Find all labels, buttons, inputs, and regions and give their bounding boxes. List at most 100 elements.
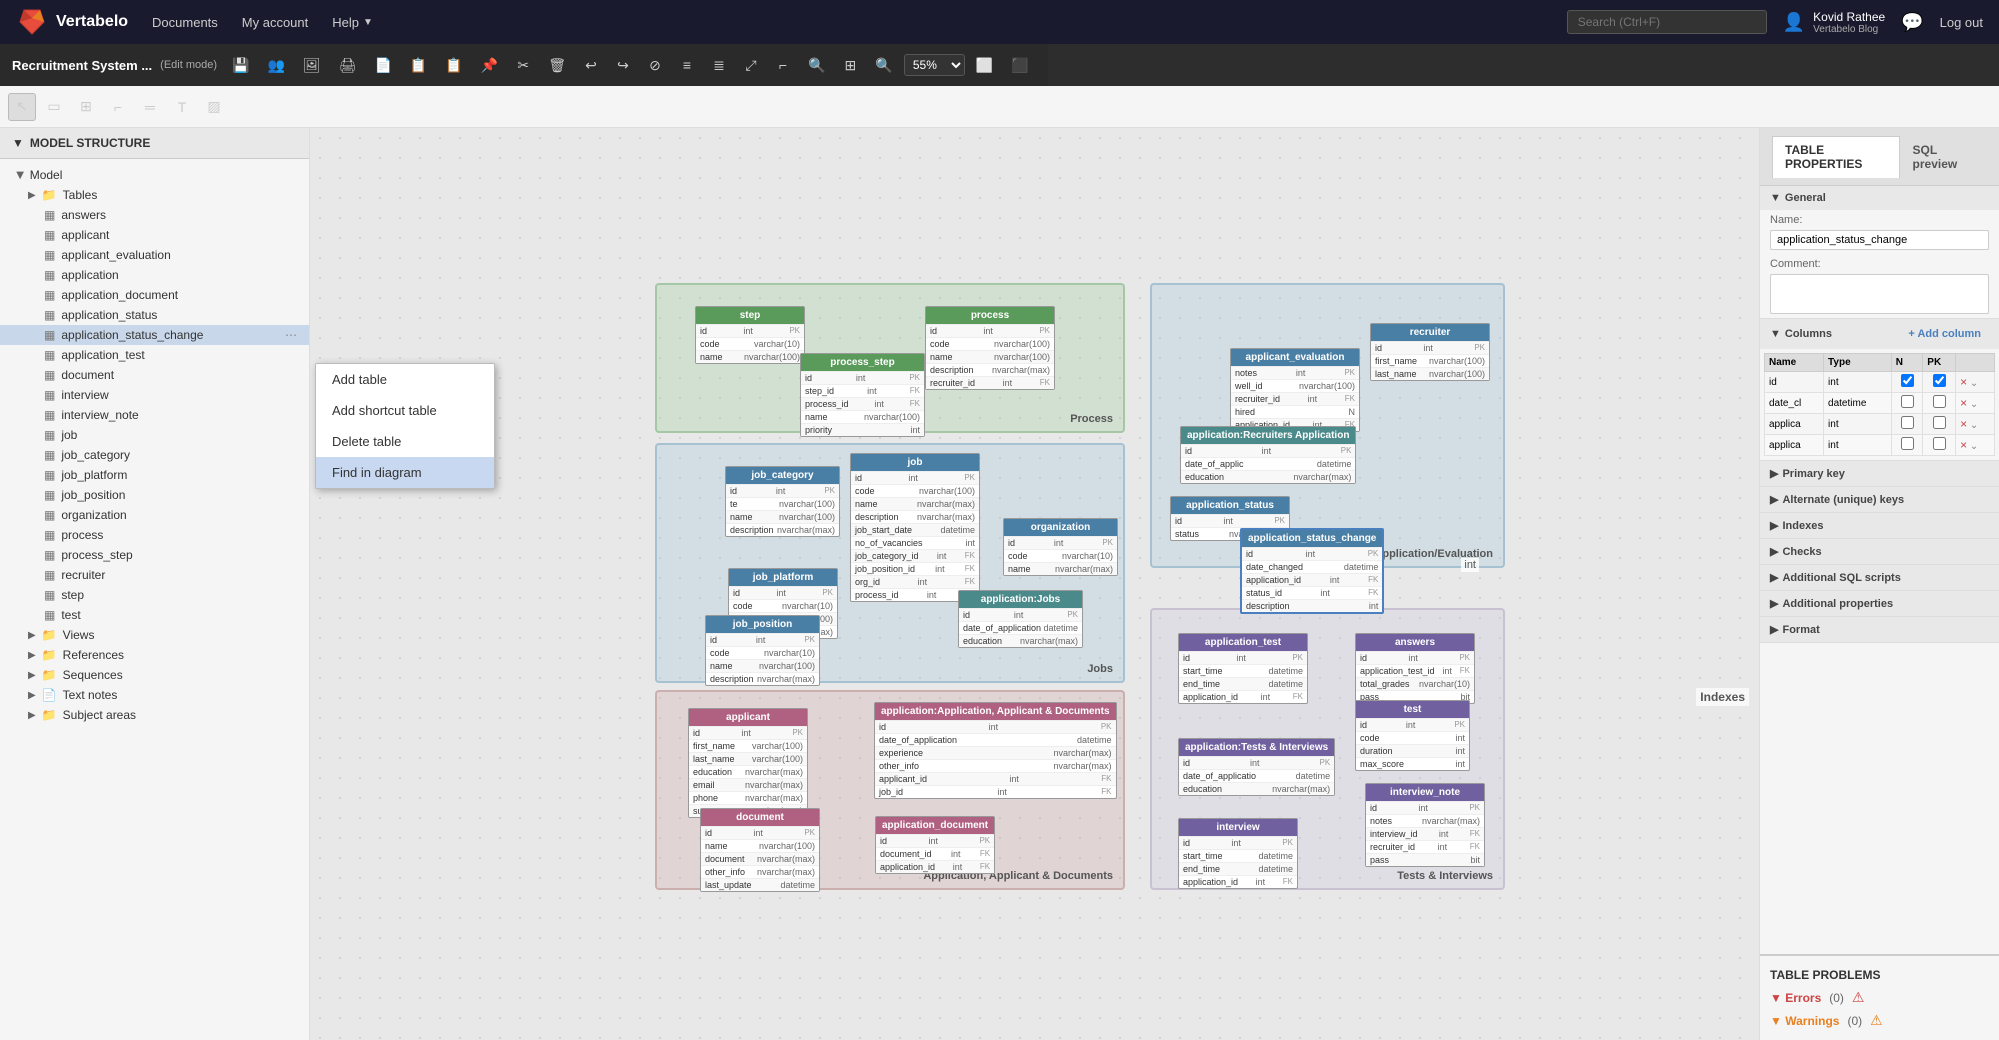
tool-line[interactable]: ═ <box>136 93 164 121</box>
toolbar-delete-button[interactable]: 🗑 <box>541 51 573 79</box>
db-table-process-step[interactable]: process_step idintPK step_idintFK proces… <box>800 353 925 437</box>
col-actions-applica1[interactable]: × ⌄ <box>1956 414 1995 435</box>
db-table-applicant-eval[interactable]: applicant_evaluation notesintPK well_idn… <box>1230 348 1360 432</box>
toolbar-grid-button[interactable]: ⊞ <box>836 51 864 79</box>
toolbar-doc-button[interactable]: 📄 <box>367 51 398 79</box>
tree-table-answers[interactable]: ▦ answers <box>0 205 309 225</box>
section-pk-header[interactable]: ▶ Primary key <box>1760 461 1999 486</box>
tab-sql-preview[interactable]: SQL preview <box>1900 136 1987 177</box>
tree-table-application-document[interactable]: ▦ application_document <box>0 285 309 305</box>
db-table-recruiters-app[interactable]: application:Recruiters Application idint… <box>1180 426 1356 484</box>
tree-subject-areas[interactable]: ▶ 📁 Subject areas <box>0 705 309 725</box>
db-table-answers[interactable]: answers idintPK application_test_idintFK… <box>1355 633 1475 704</box>
db-table-interview[interactable]: interview idintPK start_timedatetime end… <box>1178 818 1298 889</box>
toolbar-cut-button[interactable]: ✂ <box>509 51 537 79</box>
section-ak-header[interactable]: ▶ Alternate (unique) keys <box>1760 487 1999 512</box>
toolbar-align-left-button[interactable]: ≡ <box>673 51 701 79</box>
tree-table-document[interactable]: ▦ document <box>0 365 309 385</box>
toolbar-undo-button[interactable]: ↩ <box>577 51 605 79</box>
col-delete-applica2[interactable]: × <box>1960 438 1967 452</box>
tree-table-applicant-evaluation[interactable]: ▦ applicant_evaluation <box>0 245 309 265</box>
toolbar-zoom-in-button[interactable]: 🔍 <box>868 51 899 79</box>
nav-help[interactable]: Help ▼ <box>332 15 373 30</box>
toolbar-restrict-button[interactable]: ⊘ <box>641 51 669 79</box>
tree-table-process-step[interactable]: ▦ process_step <box>0 545 309 565</box>
db-table-app-tests-interviews[interactable]: application:Tests & Interviews idintPK d… <box>1178 738 1335 796</box>
db-table-applicant[interactable]: applicant idintPK first_namevarchar(100)… <box>688 708 808 818</box>
tree-table-interview-note[interactable]: ▦ interview_note <box>0 405 309 425</box>
tree-table-job[interactable]: ▦ job <box>0 425 309 445</box>
tree-table-applicant[interactable]: ▦ applicant <box>0 225 309 245</box>
toolbar-redo-button[interactable]: ↪ <box>609 51 637 79</box>
tool-table[interactable]: ⊞ <box>72 93 100 121</box>
db-table-job-position[interactable]: job_position idintPK codenvarchar(10) na… <box>705 615 820 686</box>
tree-table-application-test[interactable]: ▦ application_test <box>0 345 309 365</box>
tree-table-job-category[interactable]: ▦ job_category <box>0 445 309 465</box>
db-table-app-test[interactable]: application_test idintPK start_timedatet… <box>1178 633 1308 704</box>
tree-table-recruiter[interactable]: ▦ recruiter <box>0 565 309 585</box>
tree-model[interactable]: ▶ Model <box>0 165 309 185</box>
table-name-input[interactable] <box>1770 230 1989 250</box>
db-table-interview-note[interactable]: interview_note idintPK notesnvarchar(max… <box>1365 783 1485 867</box>
tree-table-job-platform[interactable]: ▦ job_platform <box>0 465 309 485</box>
toolbar-print-button[interactable]: 🖨 <box>332 51 364 79</box>
nav-documents[interactable]: Documents <box>152 15 218 30</box>
col-actions-date-cl[interactable]: × ⌄ <box>1956 393 1995 414</box>
tab-table-properties[interactable]: TABLE PROPERTIES <box>1772 136 1900 178</box>
tree-text-notes[interactable]: ▶ 📄 Text notes <box>0 685 309 705</box>
context-delete-table[interactable]: Delete table <box>316 426 494 457</box>
table-comment-input[interactable] <box>1770 274 1989 314</box>
logo[interactable]: Vertabelo <box>16 6 128 38</box>
toolbar-corner-button[interactable]: ⌐ <box>769 51 797 79</box>
db-table-job-category[interactable]: job_category idintPK tenvarchar(100) nam… <box>725 466 840 537</box>
toolbar-zoom-out-button[interactable]: 🔍 <box>801 51 832 79</box>
tree-views[interactable]: ▶ 📁 Views <box>0 625 309 645</box>
toolbar-users-button[interactable]: 👥 <box>260 51 291 79</box>
canvas-area[interactable]: Add table Add shortcut table Delete tabl… <box>310 128 1759 1040</box>
db-table-app-document[interactable]: application_document idintPK document_id… <box>875 816 995 874</box>
db-table-app-status-change[interactable]: application_status_change idintPK date_c… <box>1240 528 1384 614</box>
tool-rectangle[interactable]: ▭ <box>40 93 68 121</box>
section-additional-props-header[interactable]: ▶ Additional properties <box>1760 591 1999 616</box>
nav-my-account[interactable]: My account <box>242 15 308 30</box>
sidebar-collapse-arrow[interactable]: ▼ <box>12 136 24 150</box>
col-actions-id[interactable]: × ⌄ <box>1956 372 1995 393</box>
section-checks-header[interactable]: ▶ Checks <box>1760 539 1999 564</box>
context-find-in-diagram[interactable]: Find in diagram <box>316 457 494 488</box>
section-format-header[interactable]: ▶ Format <box>1760 617 1999 642</box>
toolbar-paste-button[interactable]: 📌 <box>474 51 505 79</box>
toolbar-copy-button[interactable]: 📋 <box>438 51 469 79</box>
section-general-header[interactable]: ▼ General <box>1760 186 1999 210</box>
section-additional-sql-header[interactable]: ▶ Additional SQL scripts <box>1760 565 1999 590</box>
tool-select[interactable]: ↖ <box>8 93 36 121</box>
tree-table-application-status-change[interactable]: ▦ application_status_change ⋯ <box>0 325 309 345</box>
toolbar-align-right-button[interactable]: ≣ <box>705 51 733 79</box>
db-table-app-jobs[interactable]: application:Jobs idintPK date_of_applica… <box>958 590 1083 648</box>
tree-table-test[interactable]: ▦ test <box>0 605 309 625</box>
search-input[interactable] <box>1567 10 1767 34</box>
tool-corner[interactable]: ⌐ <box>104 93 132 121</box>
toolbar-pdf-button[interactable]: 📋 <box>403 51 434 79</box>
section-indexes-header[interactable]: ▶ Indexes <box>1760 513 1999 538</box>
tool-hatch[interactable]: ▨ <box>200 93 228 121</box>
tree-table-job-position[interactable]: ▦ job_position <box>0 485 309 505</box>
tool-text[interactable]: T <box>168 93 196 121</box>
tree-table-organization[interactable]: ▦ organization <box>0 505 309 525</box>
toolbar-save-button[interactable]: 💾 <box>225 51 256 79</box>
db-table-app-applicant-docs[interactable]: application:Application, Applicant & Doc… <box>874 702 1117 799</box>
context-add-shortcut-table[interactable]: Add shortcut table <box>316 395 494 426</box>
toolbar-image-button[interactable]: 🖼 <box>296 51 328 79</box>
diagram-canvas[interactable]: Process Jobs Application, Applicant & Do… <box>310 128 1759 1040</box>
tree-table-application[interactable]: ▦ application <box>0 265 309 285</box>
tree-sequences[interactable]: ▶ 📁 Sequences <box>0 665 309 685</box>
col-delete-applica1[interactable]: × <box>1960 417 1967 431</box>
chat-icon[interactable]: 💬 <box>1901 12 1923 33</box>
db-table-recruiter[interactable]: recruiter idintPK first_namenvarchar(100… <box>1370 323 1490 381</box>
logout-button[interactable]: Log out <box>1940 15 1983 30</box>
toolbar-layout-button[interactable]: ⬛ <box>1004 51 1035 79</box>
db-table-process[interactable]: process idintPK codenvarchar(100) namenv… <box>925 306 1055 390</box>
tree-references[interactable]: ▶ 📁 References <box>0 645 309 665</box>
db-table-test[interactable]: test idintPK codeint durationint max_sco… <box>1355 700 1470 771</box>
tree-table-interview[interactable]: ▦ interview <box>0 385 309 405</box>
toolbar-fit-button[interactable]: ⬜ <box>969 51 1000 79</box>
